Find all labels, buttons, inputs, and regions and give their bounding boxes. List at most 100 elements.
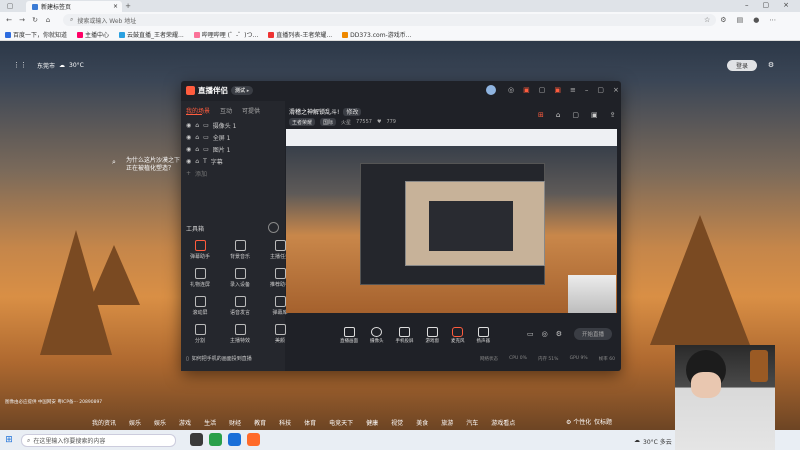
screen-capture-button[interactable]: 直播画面 [340,327,358,344]
tab-available[interactable]: 可提供 [242,106,260,115]
lock-icon[interactable]: ⌂ [195,158,199,165]
news-tab[interactable]: 健康 [366,418,378,427]
source-item[interactable]: ◉ ⌂ ▭ 图片 1 [186,144,230,155]
eye-icon[interactable]: ◉ [186,122,191,129]
pip-icon[interactable]: ▣ [591,111,598,119]
news-tab[interactable]: 游戏 [179,418,191,427]
login-button[interactable]: 登录 [727,60,757,71]
menu-icon[interactable]: ≡ [570,86,576,94]
forward-icon[interactable]: → [18,16,26,24]
favorite-item[interactable]: 哔哩哔哩 (゜-゜)つ... [193,30,258,39]
share-icon[interactable]: ⇪ [610,111,616,119]
favorite-item[interactable]: 主播中心 [77,30,109,39]
stream-preview[interactable] [286,129,617,313]
tool-item[interactable]: 分割 [180,324,220,352]
news-tab[interactable]: 旅游 [441,418,453,427]
lock-icon[interactable]: ⌂ [556,111,560,119]
news-tab[interactable]: 财经 [229,418,241,427]
microphone-button[interactable]: 麦克风 [451,327,465,344]
tool-item[interactable]: 滚动屏 [180,296,220,324]
edge-browser-icon[interactable] [228,433,241,446]
news-tab[interactable]: 汽车 [466,418,478,427]
headset-icon[interactable]: ◎ [508,86,514,94]
close-tab-icon[interactable]: × [113,3,118,10]
app-maximize-icon[interactable]: ▢ [597,86,604,94]
record-icon[interactable]: ▭ [527,330,534,338]
version-badge[interactable]: 测试 ▸ [231,86,254,95]
tool-item[interactable]: 美颜 [260,324,300,352]
app-close-icon[interactable]: × [613,86,619,94]
tool-item[interactable]: 弹幕助手 [180,240,220,268]
news-tab[interactable]: 娱乐 [154,418,166,427]
news-tab[interactable]: 美食 [416,418,428,427]
home-icon[interactable]: ⌂ [44,16,52,24]
close-icon[interactable]: × [783,1,789,9]
speaker-button[interactable]: 扬声器 [477,327,490,344]
back-icon[interactable]: ← [5,16,13,24]
source-item[interactable]: ◉ ⌂ ▭ 全屏 1 [186,132,230,143]
phone-cast-hint[interactable]: ▯ 如何把手机的画面投到直播 [186,355,252,363]
camera-button[interactable]: 摄像头 [370,327,384,344]
clip-icon[interactable]: ▢ [572,111,579,119]
lock-icon[interactable]: ⌂ [195,134,199,141]
browser-menu-icon[interactable]: ▢ [6,2,14,10]
favorite-item[interactable]: 直播列表-王者荣耀... [268,30,332,39]
taskbar-search[interactable]: ⌕ 在这里输入你要搜索的内容 [21,434,176,447]
shop-icon[interactable]: ▣ [554,86,561,94]
tab-interact[interactable]: 互动 [220,106,232,115]
game-category[interactable]: 王者荣耀 [289,118,316,126]
news-tab[interactable]: 电竞天下 [329,418,353,427]
extensions-icon[interactable]: ⚙ [720,16,726,24]
news-tab[interactable]: 娱乐 [129,418,141,427]
message-icon[interactable]: ▢ [539,86,546,94]
news-tab[interactable]: 教育 [254,418,266,427]
new-tab-icon[interactable]: + [124,2,132,10]
search-icon[interactable]: ⌕ [110,158,118,166]
news-tab[interactable]: 我的资讯 [92,418,116,427]
lock-icon[interactable]: ⌂ [195,122,199,129]
headline-only-toggle[interactable]: 仅标题 [594,417,612,426]
tool-item[interactable]: 主播特效 [220,324,260,352]
eye-icon[interactable]: ◉ [186,158,191,165]
add-source-button[interactable]: + 添加 [186,168,207,179]
eye-icon[interactable]: ◉ [186,134,191,141]
wechat-icon[interactable] [209,433,222,446]
windows-start-icon[interactable]: ⊞ [5,435,13,445]
gift-icon[interactable]: ▣ [523,86,530,94]
tool-item[interactable]: 录入设备 [220,268,260,296]
settings-gear-icon[interactable]: ⚙ [767,61,775,69]
news-tab[interactable]: 游戏看点 [491,418,515,427]
favorite-star-icon[interactable]: ☆ [704,16,710,24]
minimize-icon[interactable]: – [745,1,749,9]
apps-grid-icon[interactable]: ⋮⋮ [13,61,27,69]
taskbar-weather[interactable]: ☁ 30°C 多云 [634,437,672,446]
start-live-button[interactable]: 开始直播 [574,328,612,340]
toolbox-more-icon[interactable] [268,222,279,233]
gear-icon[interactable]: ⚙ [556,330,562,338]
user-avatar[interactable] [486,85,496,95]
eye-icon[interactable]: ◉ [186,146,191,153]
browser-tab[interactable]: 新建标签页 × [26,1,122,12]
phone-cast-button[interactable]: 手机投屏 [396,327,414,344]
personalize-button[interactable]: ⚙ 个性化 [566,417,591,426]
news-tab[interactable]: 生活 [204,418,216,427]
collections-icon[interactable]: ▤ [737,16,744,24]
layout-icon[interactable]: ⊞ [538,111,544,119]
maximize-icon[interactable]: ▢ [763,1,770,9]
favorite-item[interactable]: 百度一下，你就知道 [5,30,67,39]
task-view-icon[interactable] [190,433,203,446]
eye-icon[interactable]: ◎ [542,330,548,338]
edit-headline-button[interactable]: 修改 [343,107,362,116]
weather-widget[interactable]: 东莞市 ☁ 30°C [37,61,84,70]
app-minimize-icon[interactable]: – [585,86,589,94]
lock-icon[interactable]: ⌂ [195,146,199,153]
game-window-button[interactable]: 游戏窗 [426,327,439,344]
source-item[interactable]: ◉ ⌂ ▭ 摄像头 1 [186,120,236,131]
news-tab[interactable]: 科技 [279,418,291,427]
news-tab[interactable]: 体育 [304,418,316,427]
tool-item[interactable]: 语音发言 [220,296,260,324]
favorite-item[interactable]: 云鼓直播_王者荣耀... [119,30,184,39]
news-tab[interactable]: 视觉 [391,418,403,427]
tool-item[interactable]: 礼物连屏 [180,268,220,296]
more-menu-icon[interactable]: ⋯ [769,16,776,24]
